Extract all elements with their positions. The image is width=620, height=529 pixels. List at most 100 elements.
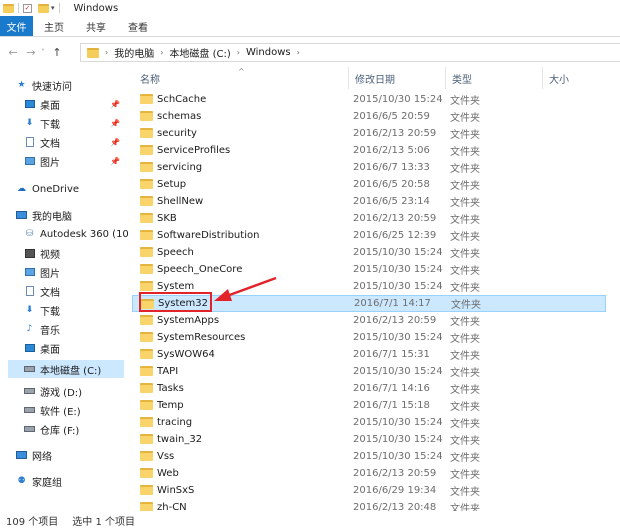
folder-icon <box>140 196 153 206</box>
table-row[interactable]: Speech_OneCore 2015/10/30 15:24 文件夹 <box>132 261 606 278</box>
column-header-size[interactable]: 大小 <box>542 67 620 89</box>
table-row[interactable]: SoftwareDistribution 2016/6/25 12:39 文件夹 <box>132 227 606 244</box>
title-bar: ✓ ▾ Windows <box>0 0 620 16</box>
pin-icon[interactable]: 📌 <box>110 157 120 166</box>
table-row[interactable]: ServiceProfiles 2016/2/13 5:06 文件夹 <box>132 142 606 159</box>
file-type: 文件夹 <box>451 300 481 311</box>
table-row[interactable]: Setup 2016/6/5 20:58 文件夹 <box>132 176 606 193</box>
table-row[interactable]: Web 2016/2/13 20:59 文件夹 <box>132 465 606 482</box>
tab-view[interactable]: 查看 <box>117 16 159 36</box>
column-header-type[interactable]: 类型 <box>445 67 542 89</box>
table-row[interactable]: servicing 2016/6/7 13:33 文件夹 <box>132 159 606 176</box>
new-folder-icon[interactable] <box>38 3 49 13</box>
sidebar-item-pictures-pc[interactable]: 图片 <box>24 263 60 281</box>
file-name: security <box>157 128 197 139</box>
properties-icon[interactable]: ✓ <box>23 3 32 13</box>
download-icon: ⬇ <box>25 305 34 315</box>
folder-icon <box>140 349 153 359</box>
chevron-right-icon[interactable]: › <box>105 48 108 57</box>
table-row[interactable]: SystemResources 2015/10/30 15:24 文件夹 <box>132 329 606 346</box>
chevron-right-icon[interactable]: › <box>160 48 163 57</box>
table-row[interactable]: Temp 2016/7/1 15:18 文件夹 <box>132 397 606 414</box>
network-icon <box>16 450 27 461</box>
sidebar-item-this-pc[interactable]: 我的电脑 <box>16 206 72 224</box>
folder-icon <box>140 468 153 478</box>
sidebar-item-drive-d[interactable]: 游戏 (D:) <box>24 382 82 400</box>
download-icon: ⬇ <box>25 118 34 128</box>
sidebar-item-downloads-pc[interactable]: ⬇ 下载 <box>24 301 60 319</box>
selected-count: 选中 1 个项目 <box>72 516 135 528</box>
sidebar-item-label: 图片 <box>40 268 60 280</box>
address-bar[interactable]: › 我的电脑 › 本地磁盘 (C:) › Windows › <box>80 43 620 62</box>
sidebar-item-desktop-pc[interactable]: 桌面 <box>24 339 60 357</box>
table-row[interactable]: SystemApps 2016/2/13 20:59 文件夹 <box>132 312 606 329</box>
table-row[interactable]: Vss 2015/10/30 15:24 文件夹 <box>132 448 606 465</box>
up-arrow-icon[interactable]: ↑ <box>50 46 64 59</box>
sidebar-item-documents-pc[interactable]: 文档 <box>24 282 60 300</box>
file-name: Setup <box>157 179 187 190</box>
file-type: 文件夹 <box>450 147 480 158</box>
table-row[interactable]: TAPI 2015/10/30 15:24 文件夹 <box>132 363 606 380</box>
sidebar-item-drive-f[interactable]: 仓库 (F:) <box>24 420 79 438</box>
sidebar-item-pictures[interactable]: 图片 📌 <box>24 152 128 170</box>
table-row[interactable]: SysWOW64 2016/7/1 15:31 文件夹 <box>132 346 606 363</box>
sidebar-item-autodesk[interactable]: ⛁ Autodesk 360 (10 <box>24 225 129 243</box>
sidebar-item-downloads[interactable]: ⬇ 下载 📌 <box>24 114 128 132</box>
file-type: 文件夹 <box>450 351 480 362</box>
file-type: 文件夹 <box>450 130 480 141</box>
ribbon-tabs: 文件 主页 共享 查看 <box>0 16 620 37</box>
pin-icon[interactable]: 📌 <box>110 100 120 109</box>
sidebar-item-network[interactable]: 网络 <box>16 446 52 464</box>
breadcrumb-this-pc[interactable]: 我的电脑 <box>114 45 154 60</box>
annotation-arrow <box>214 276 277 301</box>
pin-icon[interactable]: 📌 <box>110 138 120 147</box>
table-row[interactable]: WinSxS 2016/6/29 19:34 文件夹 <box>132 482 606 499</box>
recent-dropdown-icon[interactable]: ˅ <box>38 48 48 57</box>
sidebar-item-local-disk-c[interactable]: 本地磁盘 (C:) <box>8 360 124 378</box>
folder-icon <box>140 94 153 104</box>
table-row[interactable]: security 2016/2/13 20:59 文件夹 <box>132 125 606 142</box>
sidebar-item-drive-e[interactable]: 软件 (E:) <box>24 401 81 419</box>
file-list: ^ 名称 修改日期 类型 大小 SchCache 2015/10/30 15:24… <box>128 67 620 511</box>
tab-share[interactable]: 共享 <box>75 16 117 36</box>
sidebar-item-quick-access[interactable]: ★ 快速访问 <box>16 76 72 94</box>
table-row[interactable]: twain_32 2015/10/30 15:24 文件夹 <box>132 431 606 448</box>
forward-arrow-icon[interactable]: → <box>24 46 38 59</box>
table-row[interactable]: tracing 2015/10/30 15:24 文件夹 <box>132 414 606 431</box>
file-date: 2015/10/30 15:24 <box>353 332 443 343</box>
breadcrumb-local-disk[interactable]: 本地磁盘 (C:) <box>169 45 230 60</box>
sidebar-item-label: 下载 <box>40 306 60 318</box>
picture-icon <box>24 267 35 278</box>
sidebar-item-homegroup[interactable]: ⚉ 家庭组 <box>16 472 62 490</box>
file-date: 2016/7/1 15:31 <box>353 349 430 360</box>
folder-icon <box>140 264 153 274</box>
chevron-right-icon[interactable]: › <box>237 48 240 57</box>
table-row[interactable]: schemas 2016/6/5 20:59 文件夹 <box>132 108 606 125</box>
sidebar-item-label: 游戏 (D:) <box>40 387 83 399</box>
sidebar-item-desktop[interactable]: 桌面 📌 <box>24 95 128 113</box>
chevron-down-icon[interactable]: ▾ <box>51 4 55 12</box>
tab-home[interactable]: 主页 <box>33 16 75 36</box>
sidebar-item-videos[interactable]: 视频 <box>24 244 60 262</box>
file-type: 文件夹 <box>450 487 480 498</box>
tab-file[interactable]: 文件 <box>0 16 33 36</box>
sidebar-item-label: 软件 (E:) <box>40 406 81 418</box>
sidebar-item-onedrive[interactable]: ☁ OneDrive <box>16 180 79 198</box>
column-header-name[interactable]: 名称 <box>134 67 348 89</box>
sidebar-item-music[interactable]: ♪ 音乐 <box>24 320 60 338</box>
homegroup-icon: ⚉ <box>17 476 26 486</box>
table-row[interactable]: Speech 2015/10/30 15:24 文件夹 <box>132 244 606 261</box>
breadcrumb-windows[interactable]: Windows <box>246 47 291 58</box>
table-row[interactable]: SKB 2016/2/13 20:59 文件夹 <box>132 210 606 227</box>
computer-icon <box>16 210 27 221</box>
file-type: 文件夹 <box>450 266 480 277</box>
chevron-right-icon[interactable]: › <box>297 48 300 57</box>
table-row[interactable]: ShellNew 2016/6/5 23:14 文件夹 <box>132 193 606 210</box>
column-header-date[interactable]: 修改日期 <box>348 67 445 89</box>
table-row[interactable]: SchCache 2015/10/30 15:24 文件夹 <box>132 91 606 108</box>
sidebar-item-documents[interactable]: 文档 📌 <box>24 133 128 151</box>
pin-icon[interactable]: 📌 <box>110 119 120 128</box>
table-row[interactable]: Tasks 2016/7/1 14:16 文件夹 <box>132 380 606 397</box>
table-row[interactable]: zh-CN 2016/2/13 20:48 文件夹 <box>132 499 606 511</box>
back-arrow-icon[interactable]: ← <box>6 46 20 59</box>
